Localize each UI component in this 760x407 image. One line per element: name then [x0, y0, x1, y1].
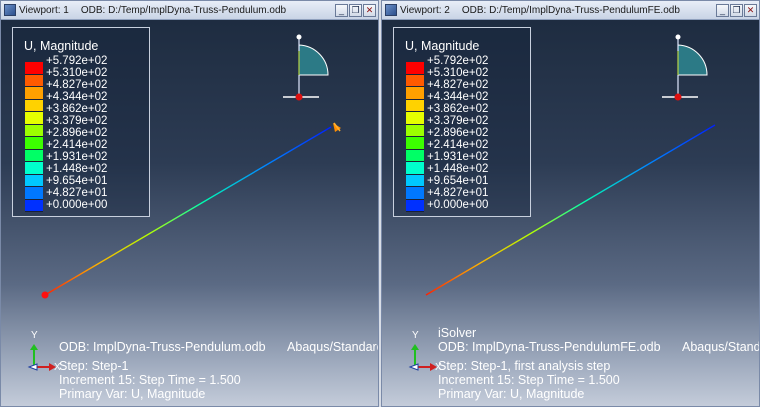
info-primary-var: Primary Var: U, Magnitude: [59, 387, 206, 401]
global-triad-icon: [27, 344, 56, 371]
info-step: Step: Step-1, first analysis step: [438, 359, 611, 373]
pivot-boundary-condition-icon: [333, 122, 341, 132]
viewport-1-info-block: ODB: ImplDyna-Truss-Pendulum.odb Abaqus/…: [59, 326, 379, 401]
view-orientation-glyph-icon: [283, 34, 329, 101]
pendulum-mass-node[interactable]: [41, 291, 49, 299]
info-step: Step: Step-1: [59, 359, 129, 373]
info-primary-var: Primary Var: U, Magnitude: [438, 387, 585, 401]
viewport-2[interactable]: Viewport: 2 ODB: D:/Temp/ImplDyna-Truss-…: [381, 0, 760, 407]
viewport-1[interactable]: Viewport: 1 ODB: D:/Temp/ImplDyna-Truss-…: [0, 0, 379, 407]
info-odb-name: ODB: ImplDyna-Truss-PendulumFE.odb: [438, 340, 661, 354]
info-solver: Abaqus/Standard: [682, 340, 760, 354]
view-orientation-glyph-icon: [662, 34, 708, 101]
truss-element[interactable]: [425, 124, 716, 296]
info-increment: Increment 15: Step Time = 1.500: [59, 373, 241, 387]
info-increment: Increment 15: Step Time = 1.500: [438, 373, 620, 387]
info-solver: Abaqus/Standard: [287, 340, 379, 354]
truss-element[interactable]: [44, 126, 332, 296]
y-axis-label: Y: [412, 330, 419, 341]
info-odb-name: ODB: ImplDyna-Truss-Pendulum.odb: [59, 340, 266, 354]
global-triad-icon: [408, 344, 437, 371]
viewport-2-info-block: iSolver ODB: ImplDyna-Truss-PendulumFE.o…: [438, 326, 760, 401]
info-line-1: [59, 326, 378, 340]
info-line-1: iSolver: [438, 326, 477, 340]
info-odb: ODB: ImplDyna-Truss-Pendulum.odb Abaqus/…: [59, 340, 379, 354]
info-odb: ODB: ImplDyna-Truss-PendulumFE.odb Abaqu…: [438, 340, 760, 354]
y-axis-label: Y: [31, 330, 38, 341]
